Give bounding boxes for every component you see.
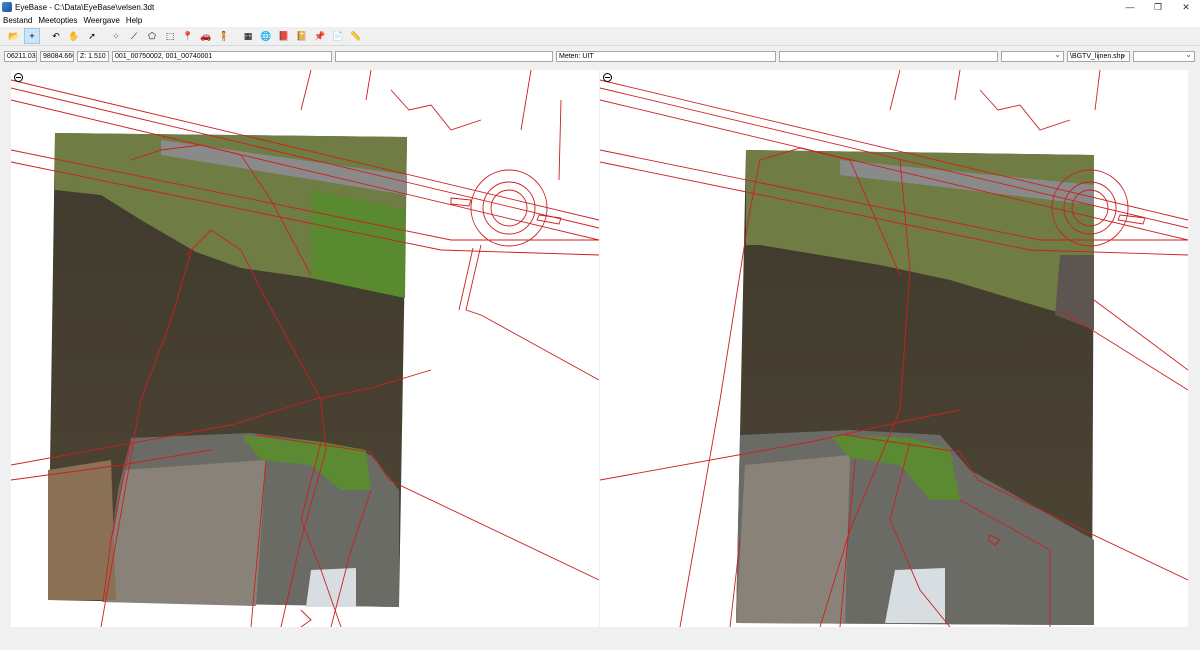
- window-controls: — ❐ ✕: [1116, 0, 1200, 14]
- roof: [736, 455, 850, 623]
- person-icon[interactable]: 🧍: [216, 28, 232, 44]
- book-icon[interactable]: 📕: [276, 28, 292, 44]
- globe-icon[interactable]: 🌐: [258, 28, 274, 44]
- menu-bestand[interactable]: Bestand: [0, 16, 35, 25]
- layers-icon[interactable]: ▦: [240, 28, 256, 44]
- layer-dropdown[interactable]: \BGTV_lijnen.shp: [1067, 50, 1130, 62]
- line-icon[interactable]: ⟋: [126, 28, 142, 44]
- left-map-canvas[interactable]: [11, 70, 599, 627]
- y-coordinate-field[interactable]: 98084.660: [40, 50, 74, 62]
- right-map-canvas[interactable]: [600, 70, 1188, 627]
- move-arrow-icon[interactable]: ➚: [84, 28, 100, 44]
- minimize-button[interactable]: —: [1116, 0, 1144, 14]
- menu-help[interactable]: Help: [123, 16, 145, 25]
- restore-button[interactable]: ❐: [1144, 0, 1172, 14]
- dashed-shape-icon[interactable]: ⬚: [162, 28, 178, 44]
- polygon-icon[interactable]: ⬠: [144, 28, 160, 44]
- right-image-view[interactable]: [600, 70, 1188, 627]
- vehicle-icon[interactable]: 🚗: [198, 28, 214, 44]
- roof: [103, 460, 266, 606]
- x-coordinate-field[interactable]: 06211.030: [4, 50, 37, 62]
- info-field-2[interactable]: [779, 50, 998, 62]
- menu-meetopties[interactable]: Meetopties: [35, 16, 80, 25]
- cursor-icon: [14, 73, 23, 82]
- app-icon: [2, 2, 12, 12]
- menu-bar: Bestand Meetopties Weergave Help: [0, 14, 1200, 27]
- book-purple-icon[interactable]: 📔: [294, 28, 310, 44]
- open-folder-icon[interactable]: 📂: [6, 28, 22, 44]
- tent-roof: [306, 568, 356, 607]
- undo-icon[interactable]: ↶: [48, 28, 64, 44]
- left-image-view[interactable]: [11, 70, 599, 627]
- z-coordinate-field[interactable]: Z: 1.510: [77, 50, 109, 62]
- extra-dropdown[interactable]: [1133, 50, 1195, 62]
- crosshair-icon[interactable]: +: [24, 28, 40, 44]
- close-button[interactable]: ✕: [1172, 0, 1200, 14]
- tent-roof: [885, 568, 945, 623]
- info-field[interactable]: [335, 50, 553, 62]
- document-icon[interactable]: 📄: [330, 28, 346, 44]
- hand-icon[interactable]: ✋: [66, 28, 82, 44]
- cursor-icon: [603, 73, 612, 82]
- toolbar: 📂 + ↶ ✋ ➚ ⁘ ⟋ ⬠ ⬚ 📍 🚗 🧍 ▦ 🌐 📕 📔 📌 📄 📏: [0, 27, 1200, 46]
- photo-ids-field[interactable]: 001_00750002, 001_00740001: [112, 50, 332, 62]
- map-pin-icon[interactable]: 📌: [312, 28, 328, 44]
- pin-icon[interactable]: 📍: [180, 28, 196, 44]
- measure-status-field: Meten: UIT: [556, 50, 776, 62]
- window-title: EyeBase - C:\Data\EyeBase\velsen.3dt: [15, 2, 155, 12]
- option-dropdown[interactable]: [1001, 50, 1064, 62]
- point-icon[interactable]: ⁘: [108, 28, 124, 44]
- title-bar: EyeBase - C:\Data\EyeBase\velsen.3dt — ❐…: [0, 0, 1200, 14]
- coordinate-bar: 06211.030 98084.660 Z: 1.510 001_0075000…: [0, 49, 1200, 63]
- menu-weergave[interactable]: Weergave: [81, 16, 123, 25]
- ruler-icon[interactable]: 📏: [348, 28, 364, 44]
